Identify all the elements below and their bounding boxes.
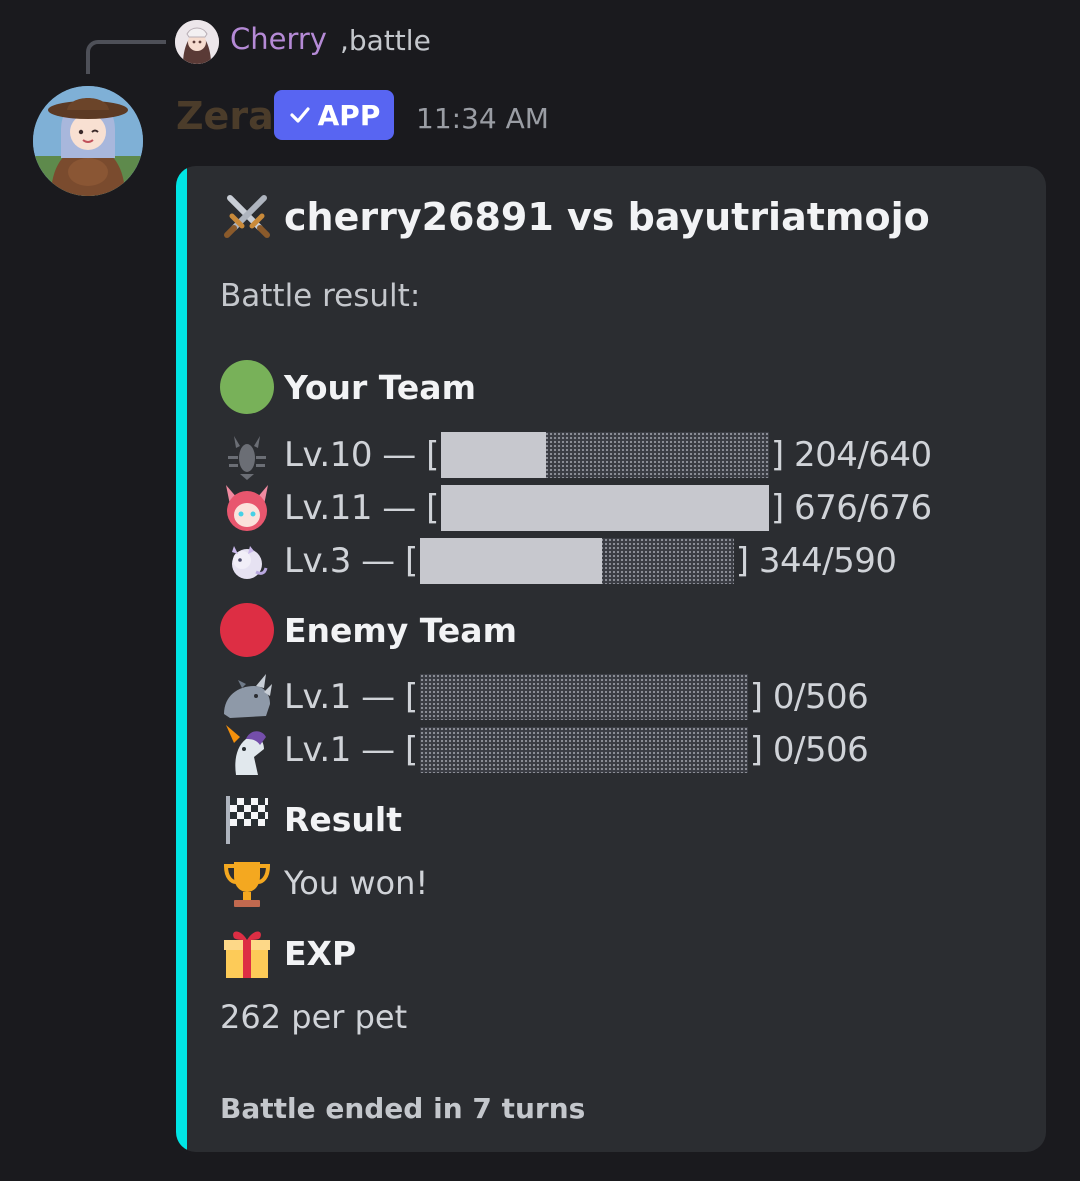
exp-title: EXP	[284, 933, 357, 973]
timestamp[interactable]: 11:34 AM	[416, 102, 549, 135]
your-pet-row-2: Lv.11 — [ ] 676/676	[220, 481, 932, 535]
gift-icon	[224, 931, 270, 978]
hp-bar-track	[419, 727, 748, 773]
trophy-icon	[223, 862, 271, 907]
reply-avatar[interactable]	[175, 20, 219, 64]
hp-bar-track	[440, 485, 769, 531]
battle-embed: cherry26891 vs bayutriatmojo Battle resu…	[176, 166, 1046, 1152]
enemy-team-heading: Enemy Team	[220, 603, 517, 657]
embed-accent-bar	[176, 166, 187, 1152]
pet-hp: ] 0/506	[749, 677, 869, 717]
dragon-icon	[232, 546, 268, 579]
enemy-pet-row-1: Lv.1 — [ ] 0/506	[220, 670, 869, 724]
checkmark-icon	[290, 107, 310, 123]
discord-message: Cherry ,battle Zera APP 11:34 AM cherry2…	[0, 0, 1080, 1181]
reply-message-text[interactable]: ,battle	[340, 24, 431, 57]
red-circle-icon	[220, 603, 274, 657]
pet-level: Lv.1 — [	[284, 730, 418, 770]
result-text: You won!	[284, 864, 429, 902]
author-name[interactable]: Zera	[176, 94, 274, 138]
hp-bar-track	[419, 538, 734, 584]
unicorn-icon	[226, 725, 266, 775]
hp-bar	[418, 674, 750, 720]
hp-bar	[418, 727, 750, 773]
hp-bar-fill	[440, 485, 769, 531]
pet-hp: ] 0/506	[749, 730, 869, 770]
hp-bar-track	[440, 432, 769, 478]
hp-bar	[418, 538, 736, 584]
result-row: You won!	[220, 856, 428, 910]
your-team-heading: Your Team	[220, 360, 476, 414]
your-team-title: Your Team	[284, 367, 476, 407]
exp-heading: EXP	[220, 926, 356, 980]
pet-level: Lv.10 — [	[284, 435, 439, 475]
lobster-icon	[228, 436, 266, 480]
hp-bar-track	[419, 674, 748, 720]
reply-author[interactable]: Cherry	[230, 22, 327, 56]
enemy-team-title: Enemy Team	[284, 610, 517, 650]
rhino-icon	[224, 674, 272, 718]
hp-bar-fill	[419, 538, 602, 584]
green-circle-icon	[220, 360, 274, 414]
hp-bar	[439, 485, 771, 531]
checkered-flag-icon	[226, 796, 268, 844]
pet-level: Lv.11 — [	[284, 488, 439, 528]
fox-girl-icon	[226, 485, 268, 531]
pet-hp: ] 676/676	[770, 488, 932, 528]
embed-title: cherry26891 vs bayutriatmojo	[220, 190, 930, 244]
embed-footer: Battle ended in 7 turns	[220, 1092, 586, 1125]
pet-hp: ] 344/590	[735, 541, 897, 581]
result-heading: Result	[220, 792, 402, 846]
app-badge: APP	[274, 90, 394, 140]
crossed-swords-icon	[224, 195, 270, 238]
embed-description: Battle result:	[220, 278, 421, 314]
hp-bar-fill	[440, 432, 546, 478]
hp-bar	[439, 432, 771, 478]
author-avatar[interactable]	[33, 86, 143, 196]
pet-hp: ] 204/640	[770, 435, 932, 475]
pet-level: Lv.3 — [	[284, 541, 418, 581]
app-badge-label: APP	[317, 98, 381, 132]
pet-level: Lv.1 — [	[284, 677, 418, 717]
embed-title-text: cherry26891 vs bayutriatmojo	[284, 195, 930, 239]
exp-text: 262 per pet	[220, 998, 408, 1036]
result-title: Result	[284, 799, 403, 839]
reply-connector	[86, 40, 166, 74]
enemy-pet-row-2: Lv.1 — [ ] 0/506	[220, 723, 869, 777]
your-pet-row-1: Lv.10 — [ ] 204/640	[220, 428, 932, 482]
your-pet-row-3: Lv.3 — [ ] 344/590	[220, 534, 897, 588]
